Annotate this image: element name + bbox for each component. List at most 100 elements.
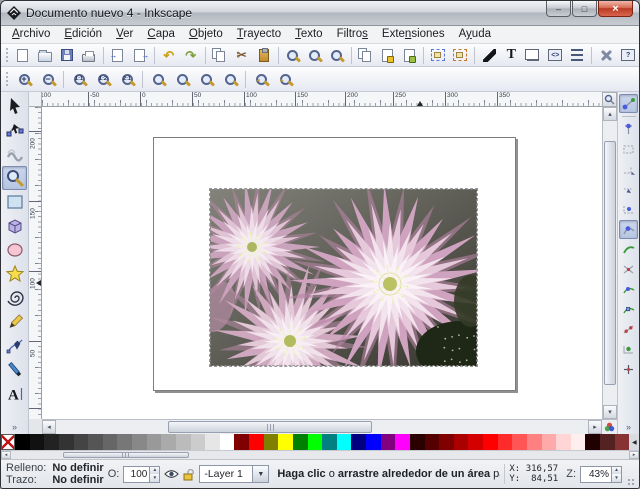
color-swatch[interactable] [337, 434, 352, 450]
window-resize-grip[interactable] [626, 460, 636, 488]
color-swatch[interactable] [571, 434, 586, 450]
horizontal-scrollbar[interactable]: ◂ ▸ [42, 419, 602, 434]
import-button[interactable]: → [107, 45, 129, 65]
snap-nodes-button[interactable] [619, 220, 638, 239]
color-swatch[interactable] [468, 434, 483, 450]
group-button[interactable] [427, 45, 449, 65]
color-swatch[interactable] [293, 434, 308, 450]
color-swatch[interactable] [498, 434, 513, 450]
horizontal-ruler[interactable]: -100-50050100150200250300350 [42, 92, 602, 107]
color-swatch[interactable] [395, 434, 410, 450]
zoom-to-selection-button[interactable] [282, 45, 304, 65]
menu-ver[interactable]: Ver [109, 27, 140, 42]
snap-enable-button[interactable] [619, 94, 638, 113]
tool-star[interactable] [2, 262, 27, 286]
opacity-value[interactable]: 100 [123, 466, 150, 483]
tool-spiral[interactable] [2, 286, 27, 310]
tool-node-editor[interactable] [2, 118, 27, 142]
horizontal-scroll-track[interactable] [56, 420, 588, 434]
zoom-spinbox[interactable]: 43% ▴▾ [580, 466, 622, 483]
zoom-to-drawing-button[interactable] [304, 45, 326, 65]
layer-selector[interactable]: -Layer 1 ▼ [199, 465, 269, 483]
text-dialog-button[interactable]: T [500, 45, 522, 65]
color-swatch[interactable] [103, 434, 118, 450]
toolbar-grip[interactable] [5, 47, 10, 63]
menu-objeto[interactable]: Objeto [182, 27, 230, 42]
scroll-down-button[interactable]: ▾ [603, 405, 617, 419]
color-swatch[interactable] [615, 434, 630, 450]
save-document-button[interactable] [56, 45, 78, 65]
cut-button[interactable]: ✂ [231, 45, 253, 65]
create-clone-button[interactable] [377, 45, 399, 65]
unlink-clone-button[interactable] [398, 45, 420, 65]
layers-dialog-button[interactable] [522, 45, 544, 65]
zoom-to-page-button[interactable] [326, 45, 348, 65]
color-swatch[interactable] [264, 434, 279, 450]
color-swatch[interactable] [351, 434, 366, 450]
color-swatch[interactable] [454, 434, 469, 450]
copy-button[interactable] [209, 45, 231, 65]
opacity-down-button[interactable]: ▾ [150, 474, 159, 482]
opacity-spinbox[interactable]: 100 ▴▾ [123, 466, 160, 483]
color-swatch[interactable] [74, 434, 89, 450]
fill-stroke-dialog-button[interactable] [478, 45, 500, 65]
zoom-2-1-button[interactable]: 2:1 [115, 68, 139, 90]
snap-cusp-nodes-button[interactable] [619, 280, 638, 299]
zoom-previous-button[interactable]: ◂ [249, 68, 273, 90]
vertical-scroll-thumb[interactable] [604, 141, 616, 385]
color-swatch[interactable] [425, 434, 440, 450]
document-properties-button[interactable]: ? [617, 45, 639, 65]
zoom-drawing-button[interactable] [170, 68, 194, 90]
cactus-flowers-photo[interactable] [210, 189, 477, 366]
tool-selector[interactable] [2, 94, 27, 118]
color-swatch[interactable] [15, 434, 30, 450]
snap-smooth-nodes-button[interactable] [619, 300, 638, 319]
layer-dropdown-button[interactable]: ▼ [253, 465, 269, 483]
palette-scroll-track[interactable] [11, 451, 629, 459]
color-swatch[interactable] [483, 434, 498, 450]
color-swatch[interactable] [366, 434, 381, 450]
zoom-page-width-button[interactable] [218, 68, 242, 90]
color-swatch[interactable] [512, 434, 527, 450]
layer-lock-icon[interactable] [183, 468, 195, 481]
color-swatch[interactable] [176, 434, 191, 450]
new-document-button[interactable] [12, 45, 34, 65]
xml-editor-button[interactable]: <> [544, 45, 566, 65]
color-swatch[interactable] [249, 434, 264, 450]
menu-ayuda[interactable]: Ayuda [452, 27, 498, 42]
opacity-up-button[interactable]: ▴ [150, 467, 159, 475]
color-swatch[interactable] [308, 434, 323, 450]
align-distribute-button[interactable] [566, 45, 588, 65]
snap-line-midpoints-button[interactable] [619, 320, 638, 339]
color-swatch[interactable] [381, 434, 396, 450]
layer-visibility-eye-icon[interactable] [164, 469, 179, 479]
color-swatch[interactable] [542, 434, 557, 450]
color-swatch[interactable] [322, 434, 337, 450]
menu-archivo[interactable]: Archivo [5, 27, 57, 42]
toolbar-grip[interactable] [5, 71, 10, 87]
color-swatch[interactable] [527, 434, 542, 450]
color-swatch[interactable] [59, 434, 74, 450]
undo-button[interactable]: ↶ [158, 45, 180, 65]
menu-edicin[interactable]: Edición [57, 27, 109, 42]
palette-scroll-thumb[interactable] [63, 452, 189, 458]
zoom-selection-button[interactable] [146, 68, 170, 90]
sticky-zoom-button[interactable] [602, 92, 617, 107]
palette-scroll-left-button[interactable]: ◂ [1, 451, 11, 459]
zoom-down-button[interactable]: ▾ [612, 474, 621, 482]
zoom-1-2-button[interactable]: 1:2 [91, 68, 115, 90]
menu-filtros[interactable]: Filtros [330, 27, 375, 42]
toolbox-overflow[interactable]: » [12, 422, 17, 432]
snap-bbox-edges-button[interactable] [619, 140, 638, 159]
snap-bbox-corners-button[interactable] [619, 160, 638, 179]
snap-bbox-button[interactable] [619, 120, 638, 139]
minimize-button[interactable]: – [546, 1, 571, 17]
color-swatch[interactable] [556, 434, 571, 450]
menu-extensiones[interactable]: Extensiones [375, 27, 452, 42]
color-managed-display-button[interactable] [602, 419, 617, 434]
vertical-scroll-track[interactable] [603, 121, 617, 405]
snap-path-intersections-button[interactable] [619, 260, 638, 279]
color-swatch[interactable] [117, 434, 132, 450]
export-button[interactable]: → [129, 45, 151, 65]
ungroup-button[interactable] [449, 45, 471, 65]
